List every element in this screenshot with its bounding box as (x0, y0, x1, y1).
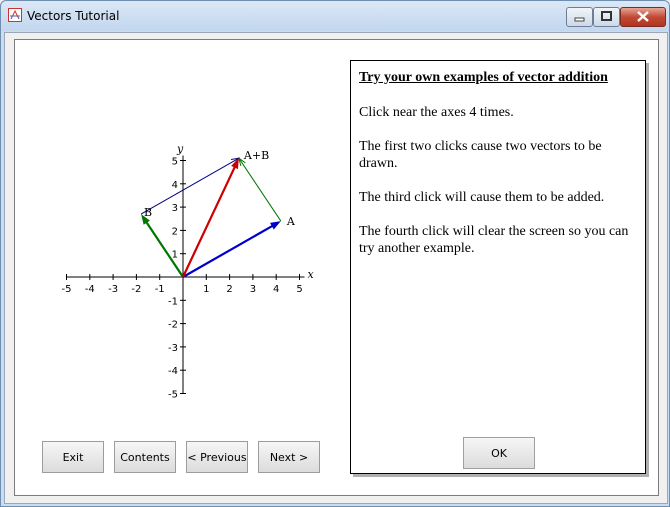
exit-button[interactable]: Exit (42, 441, 104, 473)
window-title: Vectors Tutorial (27, 9, 120, 23)
vector-label: B (144, 206, 152, 219)
x-axis-label: x (308, 268, 315, 281)
x-tick-label: 3 (250, 284, 256, 295)
instruction-heading: Try your own examples of vector addition (359, 70, 608, 85)
y-tick-label: -1 (168, 296, 178, 307)
parallelogram-edge (140, 157, 240, 215)
vector-arrowhead (270, 221, 281, 230)
y-tick-label: -5 (168, 390, 178, 401)
vector-plot[interactable]: x y -5 -4 -3 -2 -1 1 2 3 4 5 5 4 3 2 1 -1 -2 -3 -4 -5 A B A+B (55, 100, 355, 420)
minimize-button[interactable] (566, 7, 593, 27)
vector-a-line (182, 224, 274, 278)
close-icon (637, 11, 649, 22)
maximize-button[interactable] (593, 7, 620, 27)
instruction-paragraph: The fourth click will clear the screen s… (359, 224, 629, 256)
vector-label: A+B (243, 149, 269, 162)
x-tick-label: 4 (273, 284, 279, 295)
y-tick-label: 1 (172, 250, 178, 261)
y-tick-label: -4 (168, 366, 178, 377)
y-tick-label: 4 (172, 180, 178, 191)
vector-label: A (286, 215, 296, 228)
y-tick-label: -2 (168, 320, 178, 331)
ok-button[interactable]: OK (463, 437, 535, 469)
client-area: x y -5 -4 -3 -2 -1 1 2 3 4 5 5 4 3 2 1 -1 -2 -3 -4 -5 A B A+B Ex… (4, 32, 668, 504)
previous-button[interactable]: < Previous (186, 441, 248, 473)
contents-button[interactable]: Contents (114, 441, 176, 473)
x-tick-label: -2 (131, 284, 141, 295)
minimize-icon (574, 17, 585, 22)
y-axis-label: y (176, 143, 184, 156)
x-tick-label: 2 (226, 284, 232, 295)
x-tick-label: -4 (85, 284, 95, 295)
x-tick-label: 5 (296, 284, 302, 295)
java-app-icon (8, 8, 22, 22)
vector-a-plus-b-line (182, 165, 237, 278)
x-tick-label: -1 (155, 284, 165, 295)
instruction-paragraph: The third click will cause them to be ad… (359, 190, 605, 205)
y-tick-label: 5 (172, 157, 178, 168)
x-tick-label: -3 (108, 284, 118, 295)
instruction-box: Try your own examples of vector addition… (350, 60, 646, 474)
vector-arrowhead (231, 158, 239, 170)
y-tick-label: 3 (172, 203, 178, 214)
x-tick-label: 1 (203, 284, 209, 295)
instruction-paragraph: Click near the axes 4 times. (359, 105, 514, 120)
x-tick-label: -5 (62, 284, 72, 295)
parallelogram-edge (238, 157, 282, 222)
title-bar[interactable]: Vectors Tutorial (1, 1, 669, 31)
y-tick-label: -3 (168, 343, 178, 354)
instruction-paragraph: The first two clicks cause two vectors t… (359, 139, 602, 171)
close-button[interactable] (620, 7, 666, 27)
next-button[interactable]: Next > (258, 441, 320, 473)
maximize-icon (601, 11, 612, 21)
app-window: Vectors Tutorial x y -5 -4 -3 -2 -1 1 2 3 4 5 5 4 3 2 1 -… (0, 0, 670, 507)
y-tick-label: 2 (172, 226, 178, 237)
content-panel: x y -5 -4 -3 -2 -1 1 2 3 4 5 5 4 3 2 1 -1 -2 -3 -4 -5 A B A+B Ex… (14, 39, 659, 496)
